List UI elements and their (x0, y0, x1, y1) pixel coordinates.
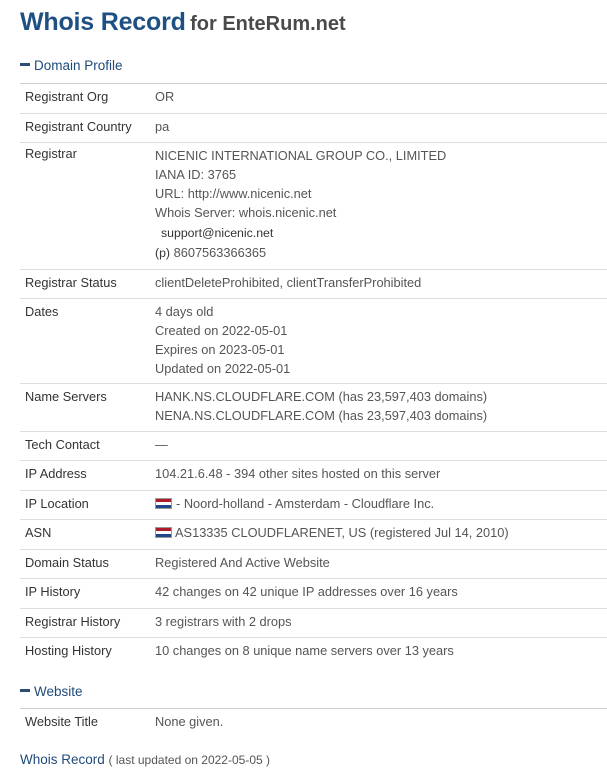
name-server-1[interactable]: HANK.NS.CLOUDFLARE.COM (has 23,597,403 d… (155, 387, 607, 406)
table-row: Hosting History 10 changes on 8 unique n… (20, 637, 607, 666)
row-value: None given. (155, 714, 224, 729)
table-row: Registrar Status clientDeleteProhibited,… (20, 269, 607, 299)
website-table: Website Title None given. (20, 709, 607, 737)
footer-title[interactable]: Whois Record (20, 752, 105, 767)
name-server-2[interactable]: NENA.NS.CLOUDFLARE.COM (has 23,597,403 d… (155, 406, 607, 425)
table-row: Registrar NICENIC INTERNATIONAL GROUP CO… (20, 142, 607, 270)
table-row: Registrant Org OR (20, 84, 607, 114)
section-title-website: Website (34, 684, 83, 699)
row-label: ASN (20, 519, 155, 550)
row-value: AS13335 CLOUDFLARENET, US (registered Ju… (155, 519, 607, 550)
table-row: Tech Contact — (20, 431, 607, 461)
footer: Whois Record ( last updated on 2022-05-0… (20, 752, 270, 767)
page-title-domain: for EnteRum.net (190, 13, 346, 35)
table-row: Registrant Country pa (20, 113, 607, 143)
page-title-main: Whois Record (20, 8, 186, 36)
row-label: Registrar Status (20, 269, 155, 299)
footer-last-updated: ( last updated on 2022-05-05 ) (108, 753, 270, 767)
table-row: IP Location - Noord-holland - Amsterdam … (20, 490, 607, 520)
registrar-url: URL: http://www.nicenic.net (155, 185, 312, 201)
row-value[interactable]: 10 changes on 8 unique name servers over… (155, 637, 607, 666)
row-value[interactable]: 3 registrars with 2 drops (155, 608, 607, 638)
table-row: IP History 42 changes on 42 unique IP ad… (20, 578, 607, 609)
ip-location-text: - Noord-holland - Amsterdam - Cloudflare… (176, 495, 435, 511)
row-label: IP Address (20, 460, 155, 491)
table-row: Registrar History 3 registrars with 2 dr… (20, 608, 607, 638)
row-label: Dates (20, 298, 155, 384)
table-row: Website Title None given. (20, 709, 607, 737)
registrar-whois-server: Whois Server: whois.nicenic.net (155, 204, 337, 220)
registrar-phone-number: 8607563366365 (173, 244, 267, 260)
registrar-iana: IANA ID: 3765 (155, 166, 237, 182)
row-value: clientDeleteProhibited, clientTransferPr… (155, 269, 607, 299)
registrar-phone: (p) 8607563366365 (155, 243, 607, 262)
section-header-website[interactable]: Website (20, 683, 607, 709)
row-label: Registrant Country (20, 113, 155, 143)
table-row: ASN AS13335 CLOUDFLARENET, US (registere… (20, 519, 607, 550)
row-label: Website Title (25, 714, 99, 729)
table-row: IP Address 104.21.6.48 - 394 other sites… (20, 460, 607, 491)
collapse-icon[interactable] (20, 688, 30, 692)
collapse-icon[interactable] (20, 62, 30, 66)
section-title-domain-profile: Domain Profile (34, 58, 123, 73)
row-label: Tech Contact (20, 431, 155, 461)
row-value: HANK.NS.CLOUDFLARE.COM (has 23,597,403 d… (155, 383, 607, 432)
row-value: OR (155, 84, 607, 114)
table-row: Name Servers HANK.NS.CLOUDFLARE.COM (has… (20, 383, 607, 432)
domain-profile-table: Registrant Org OR Registrant Country pa … (20, 84, 607, 666)
netherlands-flag-icon (155, 526, 172, 538)
row-label: Registrar (20, 142, 155, 270)
asn-text: AS13335 CLOUDFLARENET, US (registered Ju… (175, 524, 509, 540)
section-header-domain-profile[interactable]: Domain Profile (20, 57, 607, 84)
row-value: 4 days old Created on 2022-05-01 Expires… (155, 298, 607, 384)
row-label: Hosting History (25, 642, 112, 658)
registrar-email: support@nicenic.net (161, 225, 274, 240)
row-value: - Noord-holland - Amsterdam - Cloudflare… (155, 490, 607, 520)
row-value: pa (155, 113, 607, 143)
expires-date: Expires on 2023-05-01 (155, 341, 285, 357)
row-value[interactable]: 42 changes on 42 unique IP addresses ove… (155, 578, 607, 609)
row-value: Registered And Active Website (155, 549, 607, 579)
row-label: IP History (20, 578, 155, 609)
netherlands-flag-icon (155, 497, 172, 509)
updated-date: Updated on 2022-05-01 (155, 360, 291, 376)
created-date: Created on 2022-05-01 (155, 322, 288, 338)
row-value: NICENIC INTERNATIONAL GROUP CO., LIMITED… (155, 142, 607, 270)
page-title: Whois Record for EnteRum.net (20, 8, 346, 37)
domain-age: 4 days old (155, 303, 214, 319)
row-value: — (155, 431, 607, 461)
table-row: Dates 4 days old Created on 2022-05-01 E… (20, 298, 607, 384)
row-label: Domain Status (20, 549, 155, 579)
row-label: IP Location (20, 490, 155, 520)
row-label: Registrant Org (20, 84, 155, 114)
row-value[interactable]: 104.21.6.48 - 394 other sites hosted on … (155, 460, 607, 491)
registrar-name: NICENIC INTERNATIONAL GROUP CO., LIMITED (155, 147, 447, 163)
row-label: Registrar History (20, 608, 155, 638)
table-row: Domain Status Registered And Active Webs… (20, 549, 607, 579)
row-label: Name Servers (20, 383, 155, 432)
phone-icon: (p) (155, 245, 171, 260)
